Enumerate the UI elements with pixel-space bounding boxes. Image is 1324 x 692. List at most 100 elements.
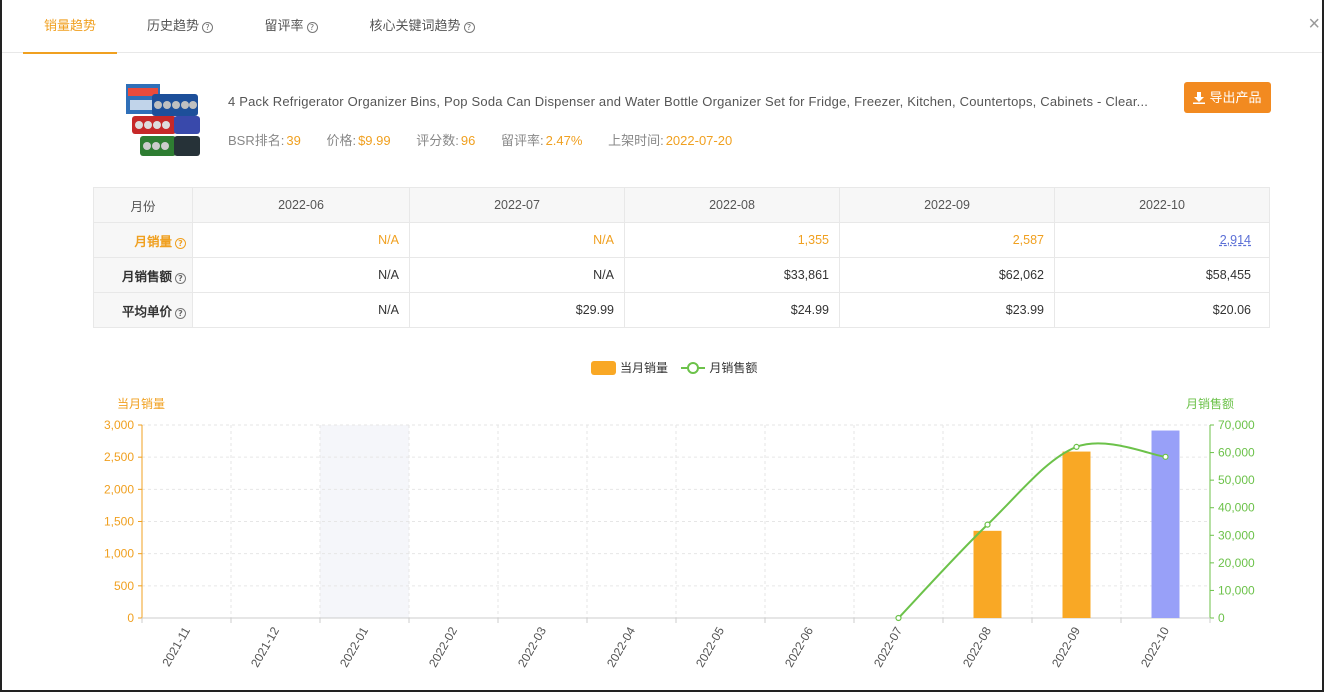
tab-bar: 销量趋势 历史趋势? 留评率? 核心关键词趋势? × xyxy=(2,0,1322,54)
line-point xyxy=(1073,443,1080,450)
right-axis-title: 月销售额 xyxy=(1186,396,1234,411)
legend-label: 当月销量 xyxy=(620,361,669,375)
table-row: 月销量? N/A N/A 1,355 2,587 2,914 xyxy=(93,222,1270,258)
right-tick-label: 50,000 xyxy=(1218,473,1255,487)
review-rate-label: 留评率: xyxy=(500,133,544,148)
launch-date-label: 上架时间: xyxy=(608,133,664,148)
month-column-header: 2022-07 xyxy=(409,187,625,223)
table-cell: N/A xyxy=(192,257,410,293)
price-label: 价格: xyxy=(326,133,357,148)
month-header: 月份 xyxy=(93,187,193,223)
table-cell: N/A xyxy=(192,222,410,258)
month-column-header: 2022-09 xyxy=(839,187,1055,223)
product-meta: BSR排名: 39 价格: $9.99 评分数: 96 留评率: 2.47% 上架时间:… xyxy=(228,130,754,149)
product-image xyxy=(126,84,200,156)
x-tick-label: 2022-07 xyxy=(871,624,905,669)
tab-label: 销量趋势 xyxy=(43,18,96,33)
monthly-sales-row-header: 月销量? xyxy=(93,222,193,258)
x-tick-label: 2022-08 xyxy=(960,624,994,669)
tab-label: 历史趋势 xyxy=(146,18,199,33)
table-cell: N/A xyxy=(409,222,625,258)
table-cell: $20.06 xyxy=(1054,292,1270,328)
left-tick-label: 2,500 xyxy=(104,450,134,464)
x-tick-label: 2022-03 xyxy=(515,624,549,669)
help-icon[interactable]: ? xyxy=(202,22,213,33)
monthly-revenue-row-header: 月销售额? xyxy=(93,257,193,293)
legend-label: 月销售额 xyxy=(709,361,758,375)
close-icon[interactable]: × xyxy=(1308,14,1320,34)
x-tick-label: 2022-02 xyxy=(426,624,460,669)
sales-value-link[interactable]: 2,914 xyxy=(1220,233,1251,247)
x-tick-label: 2021-11 xyxy=(159,624,193,669)
left-tick-label: 2,000 xyxy=(104,482,134,496)
help-icon[interactable]: ? xyxy=(175,237,186,249)
launch-date-value: 2022-07-20 xyxy=(665,133,733,148)
table-cell: $58,455 xyxy=(1054,257,1270,293)
sales-trend-panel: 销量趋势 历史趋势? 留评率? 核心关键词趋势? × 4 Pack Refrig… xyxy=(0,0,1324,692)
right-tick-label: 60,000 xyxy=(1218,446,1255,460)
tab-history-trend[interactable]: 历史趋势? xyxy=(136,0,224,53)
left-tick-label: 0 xyxy=(127,611,134,625)
line-point xyxy=(1162,453,1169,460)
x-tick-label: 2022-10 xyxy=(1138,624,1172,669)
reviews-value: 96 xyxy=(460,133,476,148)
help-icon[interactable]: ? xyxy=(306,22,318,33)
export-label: 导出产品 xyxy=(1209,90,1262,105)
x-tick-label: 2022-05 xyxy=(693,624,727,669)
table-cell: $29.99 xyxy=(409,292,625,328)
right-tick-label: 40,000 xyxy=(1218,501,1255,515)
left-tick-label: 3,000 xyxy=(104,418,134,432)
table-cell: N/A xyxy=(192,292,410,328)
sales-trend-chart: 0 500 1,000 1,500 2,000 2,500 3,000 0 10,000 20,0… xyxy=(104,396,1255,670)
row-label: 平均单价 xyxy=(121,304,172,319)
table-cell: $62,062 xyxy=(839,257,1055,293)
right-tick-label: 10,000 xyxy=(1218,583,1255,597)
tab-sales-trend[interactable]: 销量趋势 xyxy=(23,0,117,54)
table-cell: $33,861 xyxy=(624,257,840,293)
reviews-label: 评分数: xyxy=(416,133,459,148)
bsr-value: 39 xyxy=(286,133,301,148)
help-icon[interactable]: ? xyxy=(175,272,186,284)
help-icon[interactable]: ? xyxy=(463,22,475,33)
bar xyxy=(973,530,1002,618)
line-point xyxy=(895,614,902,622)
x-tick-label: 2022-09 xyxy=(1049,624,1083,669)
chart-legend: 当月销量 月销售额 xyxy=(591,359,757,376)
month-column-header: 2022-08 xyxy=(624,187,840,223)
help-icon[interactable]: ? xyxy=(175,307,186,319)
tab-label: 留评率 xyxy=(264,18,304,33)
row-label: 月销量 xyxy=(134,234,172,249)
export-product-button[interactable]: 导出产品 xyxy=(1184,82,1271,113)
download-icon xyxy=(1193,92,1206,104)
bar xyxy=(1062,451,1091,618)
table-cell: 2,914 xyxy=(1054,222,1270,258)
x-tick-label: 2022-06 xyxy=(782,624,816,669)
left-axis-title: 当月销量 xyxy=(117,397,165,411)
avg-price-row-header: 平均单价? xyxy=(93,292,193,328)
price-value: $9.99 xyxy=(358,133,391,148)
right-tick-label: 30,000 xyxy=(1218,528,1255,542)
product-title[interactable]: 4 Pack Refrigerator Organizer Bins, Pop … xyxy=(228,94,1183,109)
right-tick-label: 70,000 xyxy=(1218,418,1255,432)
x-tick-label: 2022-04 xyxy=(604,624,638,669)
table-row: 月销售额? N/A N/A $33,861 $62,062 $58,455 xyxy=(93,257,1270,293)
legend-line-swatch xyxy=(681,362,706,374)
month-column-header: 2022-10 xyxy=(1054,187,1270,223)
left-tick-label: 1,000 xyxy=(104,547,134,561)
bsr-label: BSR排名: xyxy=(228,133,285,148)
table-cell: N/A xyxy=(409,257,625,293)
legend-bar-swatch xyxy=(591,361,616,375)
table-cell: 1,355 xyxy=(624,222,840,258)
line-point xyxy=(984,521,991,528)
right-tick-label: 20,000 xyxy=(1218,556,1255,570)
legend-item-bar[interactable]: 当月销量 xyxy=(591,361,668,375)
legend-item-line[interactable]: 月销售额 xyxy=(671,361,757,375)
left-tick-label: 1,500 xyxy=(104,515,134,529)
left-tick-label: 500 xyxy=(114,579,134,593)
table-row: 平均单价? N/A $29.99 $24.99 $23.99 $20.06 xyxy=(93,292,1270,328)
x-tick-label: 2022-01 xyxy=(337,624,371,669)
tab-review-rate[interactable]: 留评率? xyxy=(254,0,328,53)
x-tick-label: 2021-12 xyxy=(248,624,282,669)
tab-core-keyword-trend[interactable]: 核心关键词趋势? xyxy=(360,0,484,53)
right-tick-label: 0 xyxy=(1218,611,1225,625)
